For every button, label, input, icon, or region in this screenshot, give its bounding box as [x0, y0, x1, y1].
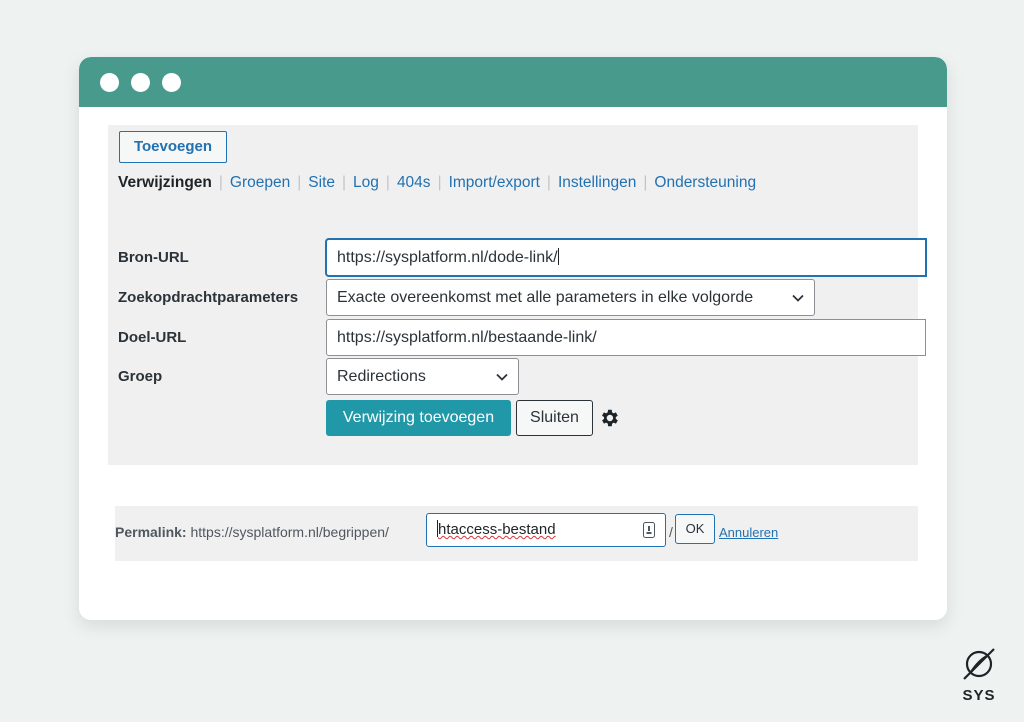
tab-instellingen[interactable]: Instellingen: [558, 172, 636, 194]
sys-logo-icon: [963, 648, 995, 680]
query-params-label: Zoekopdrachtparameters: [118, 289, 299, 306]
sys-logo-text: SYS: [962, 687, 996, 704]
tab-404s[interactable]: 404s: [397, 172, 431, 194]
query-params-value: Exacte overeenkomst met alle parameters …: [337, 289, 754, 306]
tab-separator: |: [437, 174, 442, 191]
tab-ondersteuning[interactable]: Ondersteuning: [654, 172, 756, 194]
source-url-input[interactable]: https://sysplatform.nl/dode-link/: [326, 239, 926, 276]
redirect-panel: Toevoegen Verwijzingen | Groepen | Site | Log |…: [108, 125, 926, 465]
source-url-value: https://sysplatform.nl/dode-link/: [337, 249, 558, 266]
tab-separator: |: [297, 174, 302, 191]
group-value: Redirections: [337, 368, 426, 385]
tab-log[interactable]: Log: [353, 172, 379, 194]
permalink-slug-value: htaccess-bestand: [438, 521, 556, 538]
add-new-button[interactable]: Toevoegen: [119, 131, 227, 163]
sys-logo: SYS: [955, 646, 1003, 708]
gear-icon[interactable]: [598, 407, 620, 429]
permalink-text: Permalink: https://sysplatform.nl/begrip…: [115, 524, 389, 540]
window-titlebar: [79, 57, 947, 107]
close-button[interactable]: Sluiten: [516, 400, 593, 436]
tab-separator: |: [643, 174, 648, 191]
nav-tabs: Verwijzingen | Groepen | Site | Log | 404s | Impor…: [118, 172, 756, 194]
target-url-input[interactable]: https://sysplatform.nl/bestaande-link/: [326, 319, 926, 356]
permalink-slug-input[interactable]: htaccess-bestand: [426, 513, 666, 547]
group-select[interactable]: Redirections: [326, 358, 519, 395]
permalink-base-url: https://sysplatform.nl/begrippen/: [190, 524, 389, 540]
tab-groepen[interactable]: Groepen: [230, 172, 290, 194]
password-autofill-icon[interactable]: [643, 522, 655, 538]
cancel-link[interactable]: Annuleren: [719, 525, 778, 540]
tab-separator: |: [385, 174, 390, 191]
target-url-label: Doel-URL: [118, 329, 187, 346]
ok-button[interactable]: OK: [675, 514, 715, 544]
tab-verwijzingen[interactable]: Verwijzingen: [118, 172, 212, 194]
permalink-label: Permalink:: [115, 524, 187, 540]
tab-separator: |: [218, 174, 223, 191]
maximize-dot[interactable]: [162, 73, 181, 92]
tab-import-export[interactable]: Import/export: [449, 172, 540, 194]
tab-site[interactable]: Site: [308, 172, 335, 194]
permalink-slash: /: [669, 524, 673, 540]
add-redirect-button[interactable]: Verwijzing toevoegen: [326, 400, 511, 436]
text-caret: [557, 248, 559, 265]
close-dot[interactable]: [100, 73, 119, 92]
query-params-select[interactable]: Exacte overeenkomst met alle parameters …: [326, 279, 815, 316]
tab-separator: |: [342, 174, 347, 191]
tab-separator: |: [546, 174, 551, 191]
group-label: Groep: [118, 368, 163, 385]
minimize-dot[interactable]: [131, 73, 150, 92]
chevron-down-icon: [792, 294, 804, 302]
source-url-label: Bron-URL: [118, 249, 189, 266]
permalink-bar: Permalink: https://sysplatform.nl/begrip…: [115, 506, 918, 561]
target-url-value: https://sysplatform.nl/bestaande-link/: [337, 329, 597, 346]
browser-window: Toevoegen Verwijzingen | Groepen | Site | Log |…: [79, 57, 947, 620]
chevron-down-icon: [496, 373, 508, 381]
